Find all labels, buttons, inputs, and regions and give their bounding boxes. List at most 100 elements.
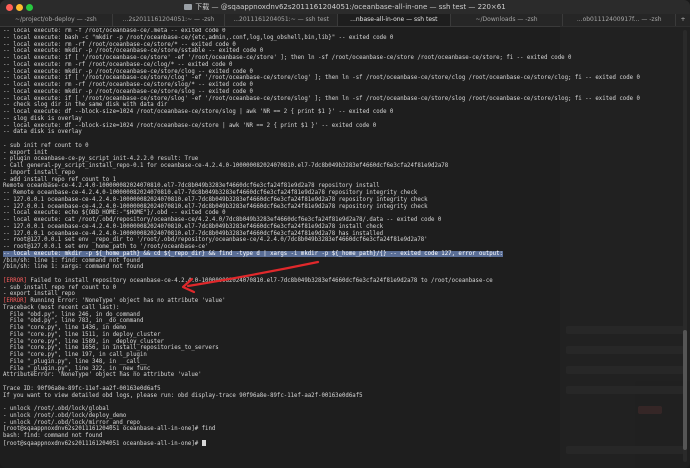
line-text: -- local execute: rm -rf /root/oceanbase…: [3, 41, 236, 48]
terminal-line: File "core.py", line 1511, in deploy_clu…: [3, 332, 653, 339]
line-text: -- 127.0.0.1 oceanbase-ce-4.2.4.0-100000…: [3, 223, 384, 230]
error-message: Running Error: 'NoneType' object has no …: [26, 298, 226, 304]
terminal-line: -- slog disk is overlay: [3, 116, 653, 123]
tab-3[interactable]: ...2011161204051:~ — ssh test: [225, 14, 339, 26]
line-text: File "core.py", line 197, in call_plugin: [3, 352, 147, 358]
line-text: -- local execute: rm -rf /root/oceanbase…: [3, 61, 233, 68]
tab-5[interactable]: ~/Downloads — -zsh: [451, 14, 564, 26]
terminal-line: -- Remote oceanbase-ce-4.2.4.0-100000082…: [3, 190, 653, 197]
line-text: Trace ID: 90f96a8e-89fc-11ef-aa2f-00163e…: [3, 385, 161, 392]
terminal-line: -- local execute: if [ '/root/oceanbase-…: [3, 75, 653, 82]
text-cursor: [201, 439, 206, 446]
line-text: -- local execute: df --block-size=1024 /…: [3, 109, 394, 115]
shell-prompt: [root@sqaappnoxdnv62s2011161204051 ocean…: [3, 440, 202, 447]
terminal-line: [root@sqaappnoxdnv62s2011161204051 ocean…: [3, 426, 653, 433]
line-text: - import install_repo: [3, 169, 75, 176]
tab-label: ...nbase-all-in-one — ssh test: [350, 16, 438, 23]
terminal-line: -- local execute: cat /root/.obd/reposit…: [3, 217, 653, 224]
line-text: -- 127.0.0.1 oceanbase-ce-4.2.4.0-100000…: [3, 203, 428, 210]
tab-label: ...2011161204051:~ — ssh test: [233, 16, 330, 23]
tab-4[interactable]: ...nbase-all-in-one — ssh test: [338, 14, 451, 26]
selected-text[interactable]: -- local execute: mkdir -p ${_home_path}…: [3, 250, 503, 257]
terminal-line: -- local execute: mkdir -p /root/oceanba…: [3, 48, 653, 55]
terminal-line: -- local execute: rm -rf /root/oceanbase…: [3, 62, 653, 69]
line-text: [root@sqaappnoxdnv62s2011161204051 ocean…: [3, 426, 216, 433]
terminal-line: Traceback (most recent call last):: [3, 305, 653, 312]
line-text: File "obd.py", line 246, in do_command: [3, 311, 140, 318]
error-tag: [ERROR]: [3, 298, 27, 304]
terminal-line: -- local execute: bash -c "mkdir -p /roo…: [3, 35, 653, 42]
terminal-line: -- data disk is overlay: [3, 129, 653, 136]
line-text: - sub init ref count to 0: [3, 142, 89, 149]
terminal-line: -- 127.0.0.1 oceanbase-ce-4.2.4.0-100000…: [3, 231, 653, 238]
terminal-line: - sub install_repo ref count to 0: [3, 285, 653, 292]
terminal-scrollbar[interactable]: [683, 30, 687, 462]
terminal-line: File "core.py", line 197, in call_plugin: [3, 352, 653, 359]
line-text: - add install_repo ref count to 1: [3, 176, 116, 183]
tab-label: ~/project/ob-deploy — -zsh: [14, 16, 97, 23]
line-text: -- local execute: rm -rf /root/oceanbase…: [3, 82, 253, 88]
line-text: File "obd.py", line 783, in _do_command: [3, 318, 144, 325]
line-text: -- local execute: cat /root/.obd/reposit…: [3, 217, 442, 223]
terminal-output[interactable]: -- local execute: rm -f /root/oceanbase-…: [3, 28, 653, 466]
line-text: -- local execute: rm -f /root/oceanbase-…: [3, 28, 226, 34]
line-text: Remote oceanbase-ce-4.2.4.0-100000082024…: [3, 183, 380, 190]
line-text: -- local execute: if [ '/root/oceanbase-…: [3, 95, 640, 102]
error-message: Failed to install repository oceanbase-c…: [26, 277, 493, 284]
tab-1[interactable]: ~/project/ob-deploy — -zsh: [0, 14, 113, 26]
line-text: -- root@127.0.0.1 set env _repo_dir to '…: [3, 237, 428, 244]
tab-2[interactable]: ...2s20111612​04051:~ — -zsh: [113, 14, 226, 26]
line-text: - Call general-py_script_install_repo-0.…: [3, 163, 449, 169]
terminal-line: - export install_repo: [3, 291, 653, 298]
folder-icon: [184, 4, 193, 10]
terminal-line: File "_plugin.py", line 348, in __call__: [3, 359, 653, 366]
line-text: -- local execute: mkdir -p /root/oceanba…: [3, 88, 253, 95]
terminal-line: - import install_repo: [3, 170, 653, 177]
terminal-line: -- local execute: df --block-size=1024 /…: [3, 123, 653, 130]
line-text: -- Remote oceanbase-ce-4.2.4.0-100000082…: [3, 190, 418, 196]
terminal-line: -- local execute: mkdir -p ${_home_path}…: [3, 250, 653, 258]
terminal-window: 下载 — @sqaappnoxdnv62s20111612040​51:/oce…: [0, 0, 690, 468]
terminal-line: -- local execute: mkdir -p /root/oceanba…: [3, 89, 653, 96]
line-text: -- local execute: if [ '/root/oceanbase-…: [3, 75, 640, 82]
tab-6[interactable]: ...ob01112400917f... — -zsh: [563, 14, 677, 26]
terminal-line: [ERROR] Failed to install repository oce…: [3, 278, 653, 285]
tab-label: ...ob01112400917f... — -zsh: [576, 16, 662, 23]
terminal-line: [ERROR] Running Error: 'NoneType' object…: [3, 298, 653, 305]
line-text: Traceback (most recent call last):: [3, 304, 120, 311]
line-text: - export install_repo: [3, 291, 75, 298]
terminal-line: - sub init ref count to 0: [3, 143, 653, 150]
terminal-line: -- local execute: rm -f /root/oceanbase-…: [3, 28, 653, 35]
line-text: /bin/sh: line 1: xargs: command not foun…: [3, 264, 144, 271]
terminal-line: - Call general-py_script_install_repo-0.…: [3, 163, 653, 170]
terminal-line: -- 127.0.0.1 oceanbase-ce-4.2.4.0-100000…: [3, 224, 653, 231]
terminal-line: Remote oceanbase-ce-4.2.4.0-100000082024…: [3, 183, 653, 190]
terminal-line: - add install_repo ref count to 1: [3, 177, 653, 184]
new-tab-button[interactable]: +: [676, 14, 690, 26]
terminal-line: -- check slog dir in the same disk with …: [3, 102, 653, 109]
title-bar: 下载 — @sqaappnoxdnv62s20111612040​51:/oce…: [0, 0, 690, 14]
scrollbar-thumb[interactable]: [683, 330, 687, 450]
terminal-line: - plugin oceanbase-ce-py_script_init-4.2…: [3, 156, 653, 163]
terminal-line: File "_plugin.py", line 322, in _new_fun…: [3, 366, 653, 373]
line-text: -- local execute: mkdir -p /root/oceanba…: [3, 48, 264, 55]
line-text: -- local execute: df --block-size=1024 /…: [3, 122, 377, 129]
line-text: File "core.py", line 1589, in _deploy_cl…: [3, 338, 164, 345]
terminal-line: File "core.py", line 1589, in _deploy_cl…: [3, 339, 653, 346]
tab-label: ...2s20111612​04051:~ — -zsh: [122, 16, 215, 23]
terminal-line: -- root@127.0.0.1 set env _repo_dir to '…: [3, 237, 653, 244]
line-text: If you want to view detailed obd logs, p…: [3, 392, 363, 399]
terminal-line: File "core.py", line 1656, in install_re…: [3, 345, 653, 352]
terminal-line: File "core.py", line 1436, in demo: [3, 325, 653, 332]
terminal-line: bash: find: command not found: [3, 433, 653, 440]
line-text: -- 127.0.0.1 oceanbase-ce-4.2.4.0-100000…: [3, 196, 428, 203]
line-text: - sub install_repo ref count to 0: [3, 284, 116, 291]
line-text: - unlock /root/.obd/lock/global: [3, 406, 110, 412]
terminal-line: - unlock /root/.obd/lock/mirror_and_repo: [3, 420, 653, 427]
line-text: -- local execute: echo ${OBD_HOME:-"$HOM…: [3, 210, 226, 217]
line-text: -- slog disk is overlay: [3, 115, 82, 122]
line-text: File "_plugin.py", line 322, in _new_fun…: [3, 365, 151, 372]
line-text: File "core.py", line 1656, in install_re…: [3, 345, 219, 352]
